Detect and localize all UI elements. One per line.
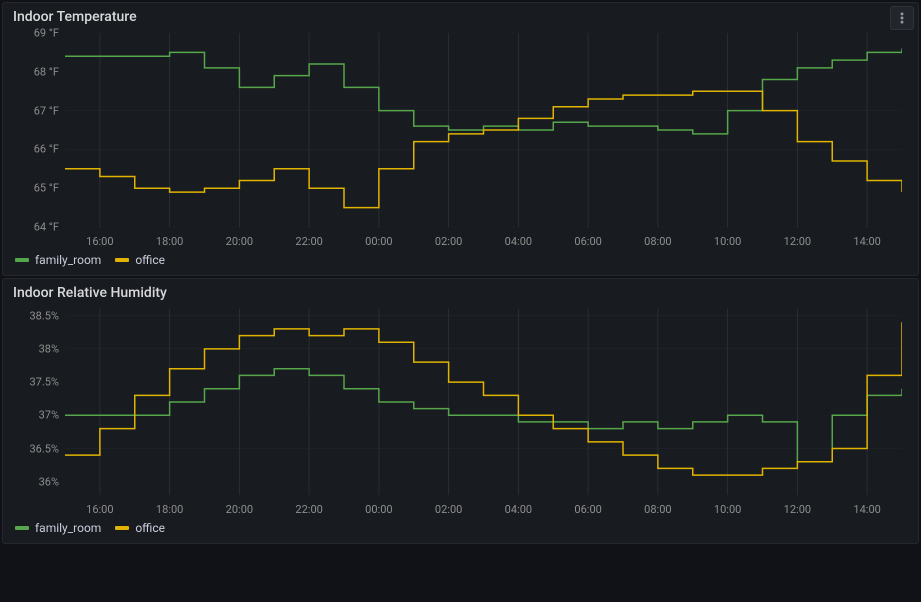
- y-axis: 36% 36.5% 37% 37.5% 38% 38.5%: [13, 309, 63, 495]
- y-tick-label: 38%: [39, 342, 59, 355]
- x-axis: 16:00 18:00 20:00 22:00 00:00 02:00 04:00 06:00…: [65, 231, 902, 251]
- legend-item-family-room[interactable]: family_room: [15, 521, 101, 535]
- x-tick-label: 04:00: [505, 503, 532, 516]
- y-tick-label: 36%: [39, 475, 59, 488]
- y-tick-label: 64 °F: [34, 221, 59, 234]
- legend-item-family-room[interactable]: family_room: [15, 253, 101, 267]
- x-tick-label: 04:00: [505, 235, 532, 248]
- y-tick-label: 66 °F: [34, 143, 59, 156]
- swatch-icon: [15, 526, 29, 530]
- x-tick-label: 22:00: [295, 235, 322, 248]
- y-tick-label: 36.5%: [29, 442, 59, 455]
- y-tick-label: 38.5%: [29, 309, 59, 322]
- y-tick-label: 65 °F: [34, 182, 59, 195]
- x-tick-label: 06:00: [574, 503, 601, 516]
- x-tick-label: 06:00: [574, 235, 601, 248]
- x-tick-label: 20:00: [226, 235, 253, 248]
- swatch-icon: [115, 258, 129, 262]
- legend-item-office[interactable]: office: [115, 521, 165, 535]
- temperature-panel: Indoor Temperature 64 °F 65 °F 66 °F 67 °F 6…: [2, 2, 919, 276]
- legend-item-office[interactable]: office: [115, 253, 165, 267]
- kebab-icon: [895, 11, 909, 25]
- x-tick-label: 02:00: [435, 503, 462, 516]
- x-tick-label: 14:00: [853, 503, 880, 516]
- panel-title: Indoor Temperature: [13, 9, 908, 25]
- x-tick-label: 14:00: [853, 235, 880, 248]
- legend: family_room office: [13, 253, 908, 267]
- y-tick-label: 37%: [39, 409, 59, 422]
- x-tick-label: 10:00: [714, 235, 741, 248]
- x-tick-label: 20:00: [226, 503, 253, 516]
- legend-label: office: [135, 253, 165, 267]
- legend: family_room office: [13, 521, 908, 535]
- x-tick-label: 08:00: [644, 235, 671, 248]
- plot-area: [65, 33, 902, 227]
- y-axis: 64 °F65 °F66 °F67 °F68 °F69 °F: [13, 33, 63, 227]
- swatch-icon: [15, 258, 29, 262]
- x-tick-label: 16:00: [86, 235, 113, 248]
- y-tick-label: 37.5%: [29, 376, 59, 389]
- x-tick-label: 18:00: [156, 503, 183, 516]
- x-tick-label: 18:00: [156, 235, 183, 248]
- humidity-panel: Indoor Relative Humidity 36% 36.5% 37% 37.5…: [2, 278, 919, 544]
- x-tick-label: 00:00: [365, 235, 392, 248]
- x-tick-label: 00:00: [365, 503, 392, 516]
- x-axis: 16:00 18:00 20:00 22:00 00:00 02:00 04:00 06:00…: [65, 499, 902, 519]
- panel-title: Indoor Relative Humidity: [13, 285, 908, 301]
- x-tick-label: 08:00: [644, 503, 671, 516]
- legend-label: office: [135, 521, 165, 535]
- x-tick-label: 12:00: [784, 503, 811, 516]
- y-tick-label: 68 °F: [34, 65, 59, 78]
- x-tick-label: 16:00: [86, 503, 113, 516]
- legend-label: family_room: [35, 521, 101, 535]
- y-tick-label: 69 °F: [34, 27, 59, 40]
- swatch-icon: [115, 526, 129, 530]
- panel-menu-button[interactable]: [890, 6, 914, 30]
- legend-label: family_room: [35, 253, 101, 267]
- x-tick-label: 22:00: [295, 503, 322, 516]
- x-tick-label: 10:00: [714, 503, 741, 516]
- x-tick-label: 02:00: [435, 235, 462, 248]
- humidity-chart[interactable]: 36% 36.5% 37% 37.5% 38% 38.5% 16:00 18:00 20:00…: [13, 307, 908, 519]
- x-tick-label: 12:00: [784, 235, 811, 248]
- temperature-chart[interactable]: 64 °F65 °F66 °F67 °F68 °F69 °F 16:0018:0…: [13, 31, 908, 251]
- plot-area: [65, 309, 902, 495]
- y-tick-label: 67 °F: [34, 104, 59, 117]
